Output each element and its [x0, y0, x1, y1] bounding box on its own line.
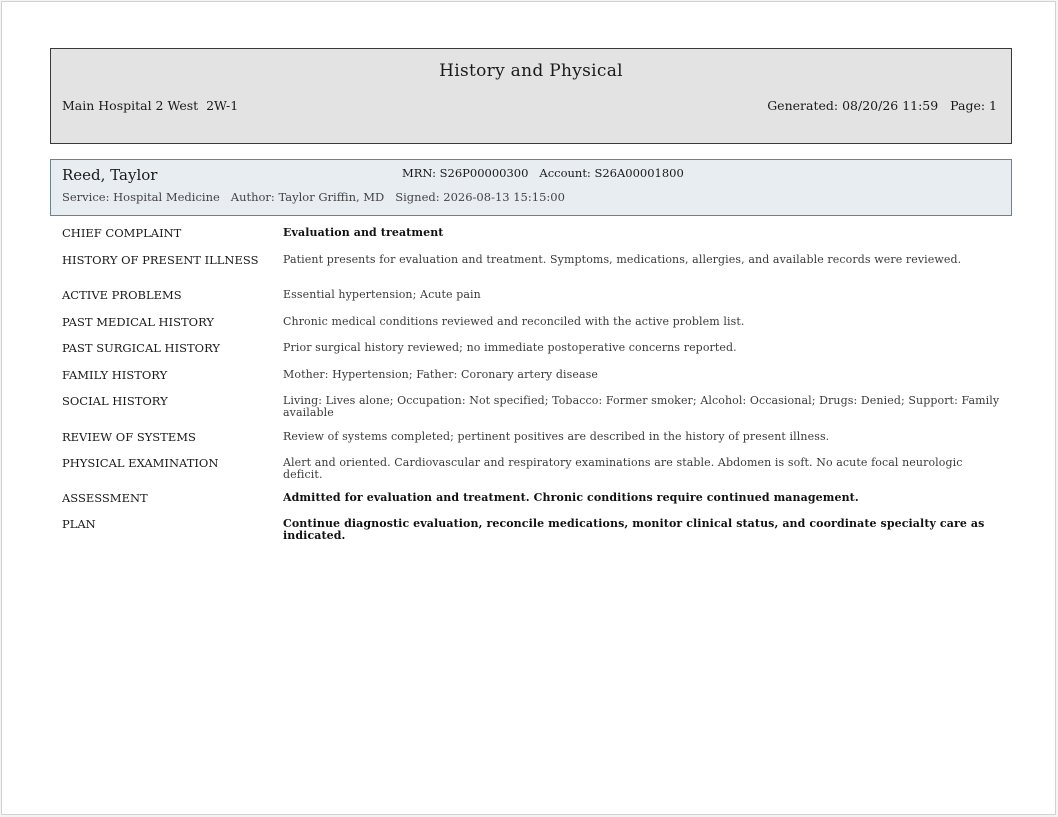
section-active-problems: ACTIVE PROBLEMS Essential hypertension; … [62, 286, 1002, 313]
page-number: 1 [989, 98, 997, 113]
section-text: Admitted for evaluation and treatment. C… [283, 491, 859, 504]
report-meta: Generated: 08/20/26 11:59 Page: 1 [767, 98, 997, 113]
service-label: Service: [62, 190, 110, 204]
section-label: CHIEF COMPLAINT [62, 226, 182, 240]
section-text: Living: Lives alone; Occupation: Not spe… [283, 394, 1000, 419]
section-text: Chronic medical conditions reviewed and … [283, 315, 745, 328]
section-text: Continue diagnostic evaluation, reconcil… [283, 517, 985, 542]
patient-name: Reed, Taylor [62, 166, 158, 184]
section-text: Patient presents for evaluation and trea… [283, 253, 962, 266]
section-past-surgical-history: PAST SURGICAL HISTORY Prior surgical his… [62, 339, 1002, 366]
generated-label: Generated: [767, 98, 839, 113]
section-text: Evaluation and treatment [283, 226, 444, 239]
signed-value: 2026-08-13 15:15:00 [443, 190, 565, 204]
section-plan: PLAN Continue diagnostic evaluation, rec… [62, 515, 1002, 545]
section-label: PLAN [62, 517, 96, 531]
section-text: Mother: Hypertension; Father: Coronary a… [283, 368, 598, 381]
account-label: Account: [539, 166, 591, 180]
author-label: Author: [230, 190, 275, 204]
section-review-of-systems: REVIEW OF SYSTEMS Review of systems comp… [62, 428, 1002, 454]
service-value: Hospital Medicine [113, 190, 220, 204]
generated-timestamp: 08/20/26 11:59 [842, 98, 939, 113]
section-label: SOCIAL HISTORY [62, 394, 168, 408]
page-label: Page: [950, 98, 986, 113]
signed-label: Signed: [395, 190, 440, 204]
section-chief-complaint: CHIEF COMPLAINT Evaluation and treatment [62, 224, 1002, 251]
section-past-medical-history: PAST MEDICAL HISTORY Chronic medical con… [62, 313, 1002, 339]
section-text: Review of systems completed; pertinent p… [283, 430, 830, 443]
unit-location: Main Hospital 2 West 2W-1 [62, 98, 239, 113]
report-header: History and Physical Main Hospital 2 Wes… [50, 48, 1012, 144]
section-label: PHYSICAL EXAMINATION [62, 456, 219, 470]
section-label: ASSESSMENT [62, 491, 148, 505]
section-text: Essential hypertension; Acute pain [283, 288, 481, 301]
patient-banner: Reed, Taylor MRN: S26P00000300 Account: … [50, 159, 1012, 216]
author-value: Taylor Griffin, MD [278, 190, 385, 204]
note-sections: CHIEF COMPLAINT Evaluation and treatment… [62, 224, 1002, 545]
encounter-details: Service: Hospital Medicine Author: Taylo… [62, 190, 565, 204]
section-label: HISTORY OF PRESENT ILLNESS [62, 253, 259, 267]
section-text: Alert and oriented. Cardiovascular and r… [283, 456, 963, 481]
mrn-label: MRN: [402, 166, 436, 180]
section-assessment: ASSESSMENT Admitted for evaluation and t… [62, 489, 1002, 515]
account-value: S26A00001800 [594, 166, 684, 180]
report-title: History and Physical [439, 61, 623, 81]
section-label: REVIEW OF SYSTEMS [62, 430, 196, 444]
section-label: ACTIVE PROBLEMS [62, 288, 182, 302]
patient-identifiers: MRN: S26P00000300 Account: S26A00001800 [402, 166, 684, 180]
section-label: PAST MEDICAL HISTORY [62, 315, 214, 329]
section-family-history: FAMILY HISTORY Mother: Hypertension; Fat… [62, 366, 1002, 392]
mrn-value: S26P00000300 [439, 166, 529, 180]
section-history-of-present-illness: HISTORY OF PRESENT ILLNESS Patient prese… [62, 251, 1002, 286]
section-physical-examination: PHYSICAL EXAMINATION Alert and oriented.… [62, 454, 1002, 489]
section-text: Prior surgical history reviewed; no imme… [283, 341, 737, 354]
report-page: History and Physical Main Hospital 2 Wes… [1, 1, 1056, 815]
section-social-history: SOCIAL HISTORY Living: Lives alone; Occu… [62, 392, 1002, 428]
section-label: PAST SURGICAL HISTORY [62, 341, 220, 355]
section-label: FAMILY HISTORY [62, 368, 168, 382]
